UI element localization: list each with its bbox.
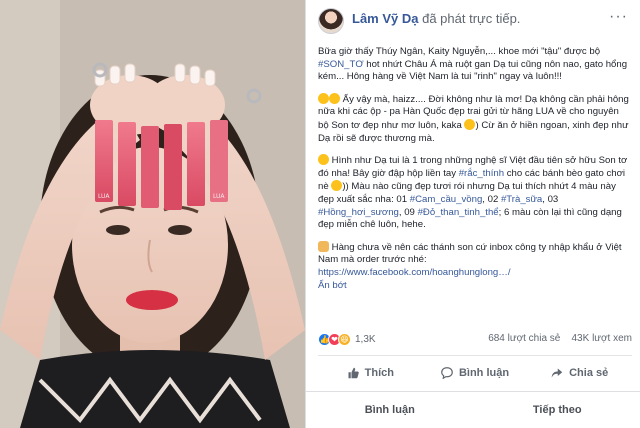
paragraph-4: Hàng chưa về nên các thánh son cứ inbox … — [318, 240, 632, 292]
live-video[interactable]: LUA LUA — [0, 0, 305, 428]
hashtag-son-to[interactable]: #SON_TƠ — [318, 59, 364, 70]
post-stats: 👍 ❤ 😆 1,3K 684 lượt chia sẻ 43K lượt xem — [318, 333, 632, 349]
external-link[interactable]: https://www.facebook.com/hoanghunglong…/ — [318, 267, 511, 278]
see-less-link[interactable]: Ẩn bớt — [318, 280, 347, 291]
comments-tab[interactable]: Bình luận — [306, 404, 474, 416]
text: , 09 — [398, 206, 418, 218]
share-icon — [551, 368, 563, 377]
views-count: 43K lượt xem — [571, 333, 633, 344]
video-frame-illustration: LUA LUA — [0, 0, 305, 428]
grinning-emoji-icon — [318, 154, 329, 166]
avatar[interactable] — [318, 8, 344, 34]
text: , 02 — [482, 193, 501, 205]
pointing-hand-emoji-icon — [318, 240, 329, 252]
svg-text:LUA: LUA — [213, 193, 225, 200]
post-action-text: đã phát trực tiếp. — [422, 11, 521, 26]
paragraph-1: Bữa giờ thấy Thúy Ngân, Kaity Nguyễn,...… — [318, 46, 632, 84]
text: hot nhứt Châu Á mà ruột gan Dạ tui cũng … — [318, 58, 628, 83]
paragraph-3: Hình như Dạ tui là 1 trong những nghệ sĩ… — [318, 154, 632, 232]
like-button[interactable]: Thích — [318, 367, 423, 379]
share-label: Chia sẻ — [569, 366, 609, 379]
hashtag-do-than-tinh-the[interactable]: #Đỏ_than_tinh_thể — [418, 207, 499, 218]
reactions-count: 1,3K — [355, 334, 376, 345]
author-name[interactable]: Lâm Vỹ Dạ — [352, 11, 418, 26]
paragraph-2: Ấy vậy mà, haizz.... Đời không như là mơ… — [318, 92, 632, 145]
hashtag-rac-thinh[interactable]: #rắc_thính — [459, 168, 504, 179]
shares-count[interactable]: 684 lượt chia sẻ — [488, 333, 560, 344]
reactions-summary[interactable]: 👍 ❤ 😆 1,3K — [318, 333, 376, 346]
post-header: Lâm Vỹ Dạ đã phát trực tiếp. ··· — [318, 8, 630, 38]
text: , 03 — [542, 193, 559, 205]
text: Bữa giờ thấy Thúy Ngân, Kaity Nguyễn,...… — [318, 46, 601, 57]
post-panel: Lâm Vỹ Dạ đã phát trực tiếp. ··· Bữa giờ… — [305, 0, 640, 428]
action-bar: Thích Bình luận Chia sẻ — [318, 355, 632, 389]
text: Hàng chưa về nên các thánh son cứ inbox … — [318, 241, 622, 266]
bottom-tabs: Bình luận Tiếp theo — [306, 391, 640, 428]
grinning-emoji-icon — [329, 92, 340, 104]
hashtag-cam-cau-vong[interactable]: #Cam_cầu_vồng — [410, 194, 483, 205]
share-button[interactable]: Chia sẻ — [527, 367, 632, 379]
more-options-icon[interactable]: ··· — [609, 8, 628, 26]
smile-emoji-icon — [464, 118, 476, 130]
comment-icon — [441, 366, 453, 379]
post-body: Bữa giờ thấy Thúy Ngân, Kaity Nguyễn,...… — [318, 46, 632, 301]
grinning-emoji-icon — [318, 92, 329, 104]
follow-tab[interactable]: Tiếp theo — [474, 404, 640, 416]
shares-views: 684 lượt chia sẻ 43K lượt xem — [488, 333, 632, 344]
author-line: Lâm Vỹ Dạ đã phát trực tiếp. — [352, 11, 520, 26]
comment-label: Bình luận — [458, 366, 510, 379]
like-label: Thích — [364, 366, 394, 379]
smile-emoji-icon — [331, 180, 343, 192]
hashtag-tra-sua[interactable]: #Trà_sữa — [501, 194, 542, 205]
thumbs-up-icon — [348, 367, 359, 378]
svg-text:LUA: LUA — [98, 193, 110, 200]
haha-reaction-icon: 😆 — [338, 333, 351, 346]
comment-button[interactable]: Bình luận — [423, 367, 528, 379]
hashtag-hong-hoi-suong[interactable]: #Hồng_hơi_sương — [318, 207, 399, 218]
